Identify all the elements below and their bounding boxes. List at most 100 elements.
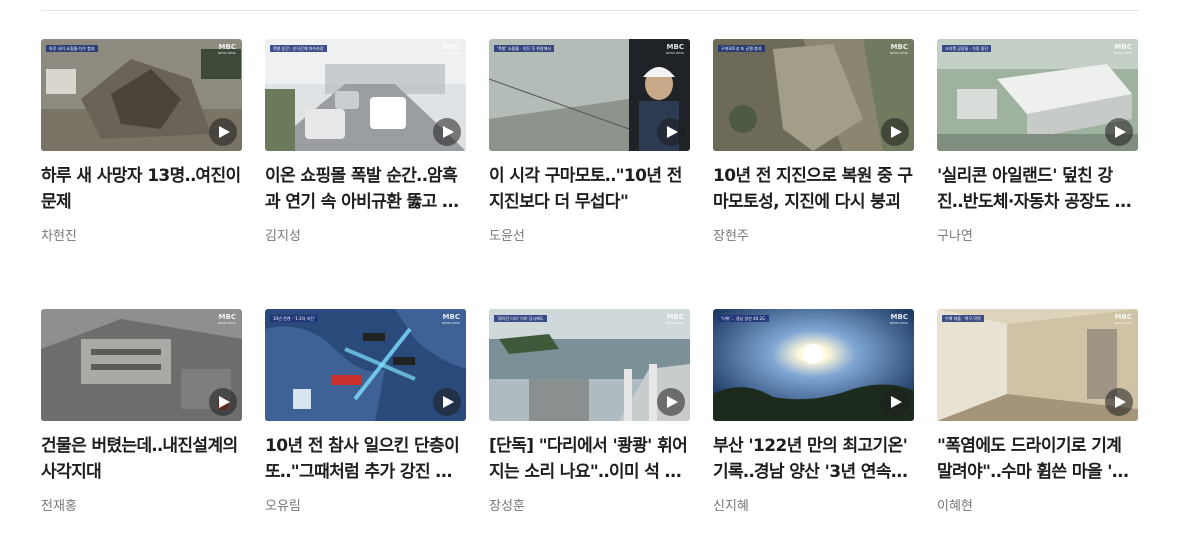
- video-thumbnail[interactable]: '폭발' 쇼핑몰 · 지진 후 현장에서 MBC NEWS DESK: [489, 39, 690, 151]
- mbc-logo: MBC NEWS DESK: [441, 313, 460, 326]
- logo-sub-text: NEWS DESK: [1113, 51, 1132, 55]
- video-thumbnail[interactable]: MBC NEWS DESK: [41, 309, 242, 421]
- news-title[interactable]: 하루 새 사망자 13명‥여진이 문제: [41, 163, 242, 215]
- news-title[interactable]: 10년 전 지진으로 복원 중 구마모토성, 지진에 다시 붕괴: [713, 163, 914, 215]
- logo-text: MBC: [442, 313, 460, 321]
- logo-text: MBC: [1114, 43, 1132, 51]
- logo-sub-text: NEWS DESK: [1113, 321, 1132, 325]
- play-icon: [443, 396, 454, 408]
- news-card[interactable]: MBC NEWS DESK 건물은 버텼는데‥내진설계의 사각지대 전재홍: [41, 309, 242, 541]
- news-title[interactable]: "폭염에도 드라이기로 기계 말려야"‥수마 휩쓴 마을 '복구 막막': [937, 433, 1138, 485]
- play-button[interactable]: [881, 118, 909, 146]
- play-button[interactable]: [1105, 388, 1133, 416]
- play-button[interactable]: [433, 388, 461, 416]
- mbc-logo: MBC NEWS DESK: [889, 43, 908, 56]
- mbc-logo: MBC NEWS DESK: [889, 313, 908, 326]
- news-card[interactable]: '휘어진 다리' 이미 당시에도 MBC NEWS DESK [단독] "다리에서 …: [489, 309, 690, 541]
- news-title[interactable]: 부산 '122년 만의 최고기온' 기록‥경남 양산 '3년 연속 40도': [713, 433, 914, 485]
- logo-text: MBC: [218, 43, 236, 51]
- play-button[interactable]: [657, 388, 685, 416]
- play-button[interactable]: [1105, 118, 1133, 146]
- mbc-logo: MBC NEWS DESK: [665, 313, 684, 326]
- play-button[interactable]: [209, 388, 237, 416]
- headline-banner: '폭발' 쇼핑몰 · 지진 후 현장에서: [494, 45, 554, 52]
- reporter-name: 차현진: [41, 229, 77, 244]
- mbc-logo: MBC NEWS DESK: [217, 313, 236, 326]
- logo-text: MBC: [666, 313, 684, 321]
- news-card[interactable]: '더위'… 경남 양산 40.2도 MBC NEWS DESK 부산 '122년 만…: [713, 309, 914, 541]
- logo-sub-text: NEWS DESK: [217, 51, 236, 55]
- headline-banner: 하루 사이 쇼핑몰·다수 붕괴: [46, 45, 98, 52]
- news-card[interactable]: 하루 사이 쇼핑몰·다수 붕괴 MBC NEWS DESK 하루 새 사망자 13명…: [41, 39, 242, 271]
- reporter-name: 구나연: [937, 229, 973, 244]
- play-icon: [891, 396, 902, 408]
- logo-sub-text: NEWS DESK: [217, 321, 236, 325]
- play-icon: [219, 126, 230, 138]
- play-button[interactable]: [209, 118, 237, 146]
- play-icon: [667, 396, 678, 408]
- video-thumbnail[interactable]: '더위'… 경남 양산 40.2도 MBC NEWS DESK: [713, 309, 914, 421]
- headline-banner: 크리켓 공장들 · 가동 중단: [942, 45, 992, 52]
- headline-banner: 구마모토성 또 균열·붕괴: [718, 45, 765, 52]
- play-icon: [667, 126, 678, 138]
- play-button[interactable]: [433, 118, 461, 146]
- news-title[interactable]: [단독] "다리에서 '쾅쾅' 휘어지는 소리 나요"‥이미 석 달 전 신고: [489, 433, 690, 485]
- logo-text: MBC: [666, 43, 684, 51]
- logo-text: MBC: [218, 313, 236, 321]
- logo-sub-text: NEWS DESK: [889, 51, 908, 55]
- video-thumbnail[interactable]: 폭발 순간 · 순식간에 아수라장 MBC NEWS DESK: [265, 39, 466, 151]
- logo-sub-text: NEWS DESK: [665, 51, 684, 55]
- reporter-name: 장성훈: [489, 499, 525, 514]
- video-thumbnail[interactable]: 하루 사이 쇼핑몰·다수 붕괴 MBC NEWS DESK: [41, 39, 242, 151]
- reporter-name: 신지혜: [713, 499, 749, 514]
- mbc-logo: MBC NEWS DESK: [1113, 43, 1132, 56]
- mbc-logo: MBC NEWS DESK: [665, 43, 684, 56]
- headline-banner: '더위'… 경남 양산 40.2도: [718, 315, 769, 322]
- reporter-name: 이혜현: [937, 499, 973, 514]
- news-title[interactable]: 이 시각 구마모토‥"10년 전 지진보다 더 무섭다": [489, 163, 690, 215]
- reporter-name: 김지성: [265, 229, 301, 244]
- headline-banner: 10년 전엔 · '1·2차 지진': [270, 315, 319, 322]
- reporter-name: 장현주: [713, 229, 749, 244]
- mbc-logo: MBC NEWS DESK: [1113, 313, 1132, 326]
- headline-banner: '휘어진 다리' 이미 당시에도: [494, 315, 547, 322]
- reporter-name: 도윤선: [489, 229, 525, 244]
- news-title[interactable]: 이온 쇼핑몰 폭발 순간‥암흑과 연기 속 아비규환 뚫고 탈출: [265, 163, 466, 215]
- play-button[interactable]: [881, 388, 909, 416]
- news-card[interactable]: '폭발' 쇼핑몰 · 지진 후 현장에서 MBC NEWS DESK 이 시각 구마…: [489, 39, 690, 271]
- mbc-logo: MBC NEWS DESK: [217, 43, 236, 56]
- logo-text: MBC: [442, 43, 460, 51]
- logo-text: MBC: [890, 43, 908, 51]
- news-card[interactable]: 수해 마을 · 복구 막막 MBC NEWS DESK "폭염에도 드라이기로 기계…: [937, 309, 1138, 541]
- logo-text: MBC: [1114, 313, 1132, 321]
- logo-sub-text: NEWS DESK: [889, 321, 908, 325]
- news-title[interactable]: 건물은 버텼는데‥내진설계의 사각지대: [41, 433, 242, 485]
- play-icon: [1115, 126, 1126, 138]
- logo-text: MBC: [890, 313, 908, 321]
- play-icon: [219, 396, 230, 408]
- video-thumbnail[interactable]: '휘어진 다리' 이미 당시에도 MBC NEWS DESK: [489, 309, 690, 421]
- play-icon: [1115, 396, 1126, 408]
- news-card[interactable]: 구마모토성 또 균열·붕괴 MBC NEWS DESK 10년 전 지진으로 복원 …: [713, 39, 914, 271]
- video-thumbnail[interactable]: 구마모토성 또 균열·붕괴 MBC NEWS DESK: [713, 39, 914, 151]
- headline-banner: 수해 마을 · 복구 막막: [942, 315, 984, 322]
- reporter-name: 오유림: [265, 499, 301, 514]
- news-card[interactable]: 크리켓 공장들 · 가동 중단 MBC NEWS DESK '실리콘 아일랜드' 덮…: [937, 39, 1138, 271]
- news-title[interactable]: '실리콘 아일랜드' 덮친 강진‥반도체·자동차 공장도 가동 중단: [937, 163, 1138, 215]
- logo-sub-text: NEWS DESK: [665, 321, 684, 325]
- play-icon: [443, 126, 454, 138]
- logo-sub-text: NEWS DESK: [441, 321, 460, 325]
- video-thumbnail[interactable]: 10년 전엔 · '1·2차 지진' MBC NEWS DESK: [265, 309, 466, 421]
- news-card[interactable]: 폭발 순간 · 순식간에 아수라장 MBC NEWS DESK 이온 쇼핑몰 폭발 …: [265, 39, 466, 271]
- news-title[interactable]: 10년 전 참사 일으킨 단층이 또‥"그때처럼 추가 강진 가능성": [265, 433, 466, 485]
- top-divider: [41, 10, 1139, 11]
- play-icon: [891, 126, 902, 138]
- mbc-logo: MBC NEWS DESK: [441, 43, 460, 56]
- news-card[interactable]: 10년 전엔 · '1·2차 지진' MBC NEWS DESK 10년 전 참사 …: [265, 309, 466, 541]
- play-button[interactable]: [657, 118, 685, 146]
- news-video-grid: 하루 사이 쇼핑몰·다수 붕괴 MBC NEWS DESK 하루 새 사망자 13명…: [41, 39, 1138, 541]
- logo-sub-text: NEWS DESK: [441, 51, 460, 55]
- video-thumbnail[interactable]: 수해 마을 · 복구 막막 MBC NEWS DESK: [937, 309, 1138, 421]
- video-thumbnail[interactable]: 크리켓 공장들 · 가동 중단 MBC NEWS DESK: [937, 39, 1138, 151]
- headline-banner: 폭발 순간 · 순식간에 아수라장: [270, 45, 327, 52]
